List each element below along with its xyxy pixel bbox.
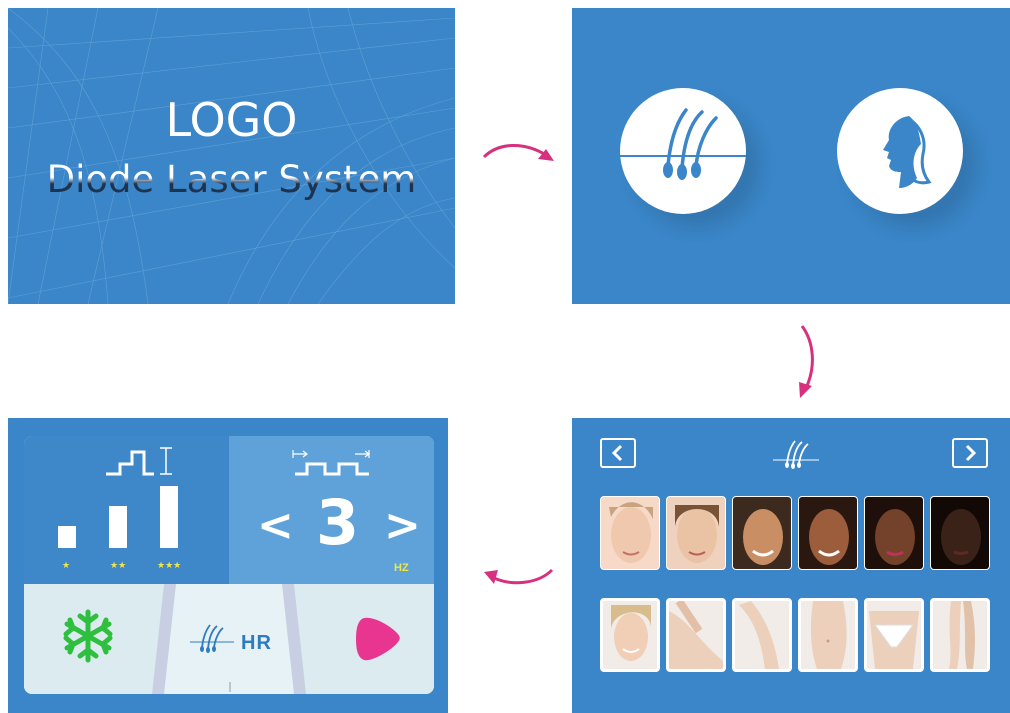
skin-tone-1-option[interactable] (600, 496, 660, 570)
face-photo (941, 509, 981, 565)
face-photo (809, 509, 849, 565)
area-face-option[interactable] (600, 598, 660, 672)
product-subtitle: Diode Laser System (8, 158, 455, 201)
bikini-area-photo (869, 611, 919, 669)
face-photo (875, 509, 915, 565)
energy-level-3-stars: ★★★ (157, 560, 182, 570)
energy-level-1-bar[interactable] (58, 526, 76, 548)
area-underarm-option[interactable] (666, 598, 726, 672)
splash-screen: LOGO Diode Laser System (8, 8, 455, 304)
underarm-area-photo (669, 601, 723, 669)
legs-area-photo (949, 601, 975, 669)
chevron-left-icon (611, 444, 623, 462)
flow-arrow-right (482, 143, 554, 161)
flow-arrow-left (484, 568, 554, 585)
face-profile-icon (883, 116, 932, 188)
frequency-decrease-button[interactable]: < (257, 500, 294, 551)
previous-button[interactable] (600, 438, 636, 468)
hair-removal-button[interactable] (620, 88, 746, 214)
snowflake-icon[interactable] (60, 608, 116, 664)
face-photo (675, 505, 719, 563)
control-panel: ★ ★★ ★★★ < 3 > HZ HR (24, 436, 434, 694)
arm-area-photo (739, 601, 779, 669)
mode-label: HR (241, 632, 272, 654)
hair-follicle-icon (190, 624, 234, 653)
frequency-pulse-icon (292, 450, 370, 476)
frequency-increase-button[interactable]: > (384, 500, 421, 551)
frequency-unit: HZ (394, 562, 409, 574)
flow-arrow-down (799, 325, 814, 398)
skin-tone-6-option[interactable] (930, 496, 990, 570)
skin-tone-5-option[interactable] (864, 496, 924, 570)
play-icon[interactable] (354, 614, 402, 664)
hair-follicle-icon (773, 440, 819, 469)
mode-select-screen (572, 8, 1010, 304)
skin-tone-3-option[interactable] (732, 496, 792, 570)
frequency-section: < 3 > HZ (229, 436, 434, 584)
energy-level-3-bar[interactable] (160, 486, 178, 548)
skin-tone-4-option[interactable] (798, 496, 858, 570)
energy-level-1-stars: ★ (62, 560, 71, 570)
background-grid-pattern (8, 8, 455, 304)
treatment-screen: ★ ★★ ★★★ < 3 > HZ HR (8, 418, 448, 713)
chevron-right-icon (965, 444, 977, 462)
hair-follicle-icon (620, 108, 746, 180)
area-abdomen-option[interactable] (798, 598, 858, 672)
logo-text: LOGO (165, 93, 298, 147)
area-legs-option[interactable] (930, 598, 990, 672)
skin-area-select-screen (572, 418, 1010, 713)
frequency-value: 3 (316, 486, 360, 559)
area-bikini-option[interactable] (864, 598, 924, 672)
abdomen-area-photo (810, 601, 847, 669)
skin-tone-2-option[interactable] (666, 496, 726, 570)
energy-section: ★ ★★ ★★★ (24, 436, 229, 584)
energy-level-2-bar[interactable] (109, 506, 127, 548)
face-photo (743, 509, 783, 565)
next-button[interactable] (952, 438, 988, 468)
area-arm-option[interactable] (732, 598, 792, 672)
pulse-energy-icon (106, 447, 172, 476)
face-photo (609, 502, 653, 563)
face-area-photo (611, 605, 651, 661)
face-treatment-button[interactable] (837, 88, 963, 214)
energy-level-2-stars: ★★ (110, 560, 127, 570)
